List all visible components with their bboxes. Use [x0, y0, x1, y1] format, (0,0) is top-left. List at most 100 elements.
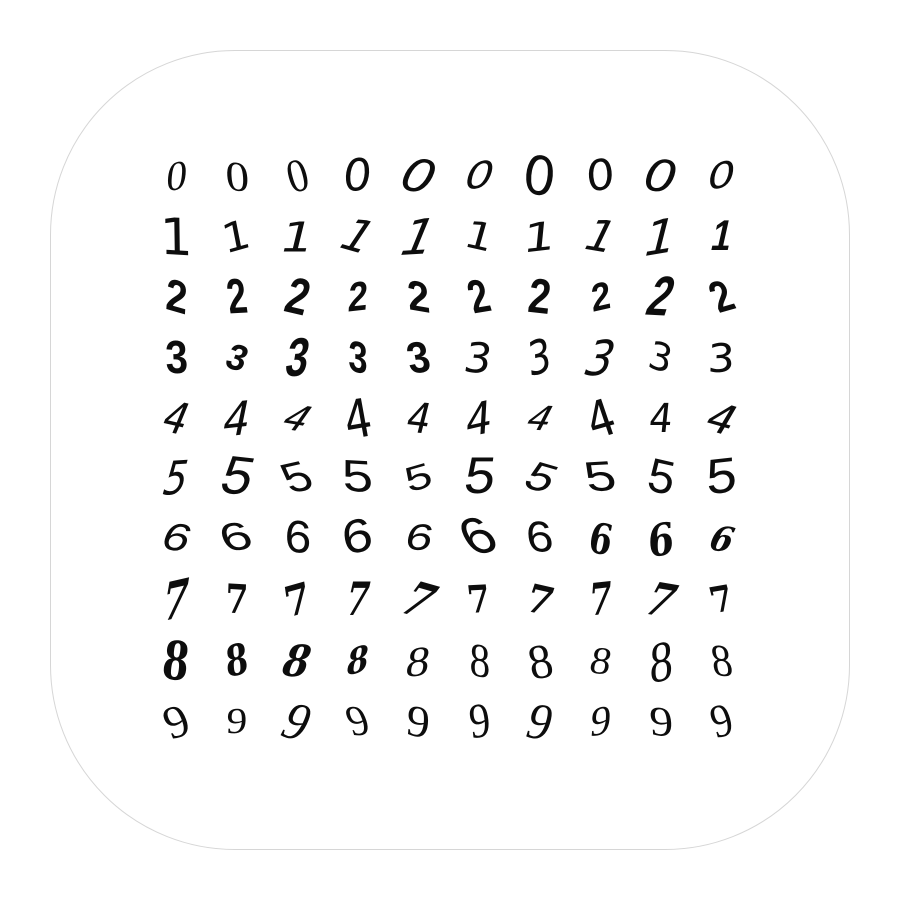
handwritten-digit: 4: [277, 397, 318, 441]
handwritten-digit: 5: [704, 447, 739, 511]
handwritten-digit: 6: [588, 512, 613, 567]
handwritten-digit: 7: [222, 575, 252, 625]
handwritten-digit: 0: [341, 150, 375, 203]
digit-cell: 3: [207, 328, 268, 389]
digit-cell: 7: [691, 570, 752, 631]
handwritten-digit: 8: [649, 626, 673, 697]
handwritten-digit: 9: [404, 694, 433, 750]
handwritten-digit: 7: [344, 572, 372, 627]
digit-cell: 5: [631, 448, 692, 510]
digit-cell: 6: [570, 510, 631, 571]
digit-cell: 7: [570, 570, 631, 631]
digit-cell: 9: [510, 691, 571, 752]
handwritten-digit: 3: [582, 329, 619, 387]
handwritten-digit: 0: [462, 153, 496, 199]
handwritten-digit-grid: 0000000000111111111122222222223333333333…: [146, 142, 752, 753]
digit-cell: 6: [446, 506, 512, 572]
digit-cell: 2: [388, 267, 449, 328]
handwritten-digit: 3: [703, 334, 740, 382]
digit-cell: 1: [388, 207, 449, 268]
digit-cell: 3: [146, 328, 207, 389]
handwritten-digit: 0: [280, 149, 315, 204]
digit-cell: 3: [328, 328, 389, 389]
digit-cell: 9: [267, 691, 328, 753]
handwritten-digit: 0: [580, 150, 621, 203]
digit-cell: 7: [388, 570, 449, 631]
handwritten-digit: 1: [213, 211, 260, 263]
digit-cell: 0: [267, 146, 328, 207]
handwritten-digit: 9: [155, 693, 198, 750]
digit-cell: 3: [691, 328, 752, 389]
handwritten-digit: 3: [522, 329, 558, 388]
handwritten-digit: 9: [588, 696, 613, 747]
digit-cell: 4: [267, 388, 328, 449]
digit-cell: 0: [631, 146, 692, 207]
handwritten-digit: 7: [523, 574, 556, 627]
digit-cell: 0: [691, 146, 752, 207]
handwritten-digit: 5: [211, 445, 263, 512]
digit-cell: 1: [570, 207, 631, 268]
digit-cell: 5: [388, 449, 449, 510]
handwritten-digit: 5: [578, 453, 623, 505]
digit-cell: 7: [267, 570, 328, 631]
handwritten-digit: 3: [163, 331, 189, 384]
handwritten-digit: 5: [270, 452, 325, 507]
digit-cell: 9: [449, 691, 510, 752]
digit-cell: 6: [510, 510, 571, 571]
handwritten-digit: 3: [220, 335, 254, 380]
digit-cell: 5: [146, 449, 207, 510]
handwritten-digit: 2: [525, 268, 555, 326]
digit-cell: 3: [631, 328, 692, 389]
handwritten-digit: 4: [334, 386, 382, 451]
handwritten-digit: 8: [279, 634, 316, 688]
handwritten-digit: 0: [706, 153, 737, 200]
digit-cell: 5: [449, 448, 510, 510]
handwritten-digit: 6: [336, 508, 380, 571]
handwritten-digit: 8: [522, 632, 558, 690]
handwritten-digit: 6: [211, 514, 263, 565]
digit-cell: 7: [510, 570, 571, 631]
handwritten-digit: 1: [281, 212, 314, 262]
handwritten-digit: 6: [153, 515, 200, 565]
digit-cell: 7: [449, 570, 510, 631]
digit-cell: 1: [691, 207, 752, 268]
handwritten-digit: 2: [346, 272, 370, 322]
handwritten-digit: 7: [461, 577, 497, 623]
digit-cell: 3: [570, 328, 631, 389]
digit-cell: 8: [328, 631, 389, 692]
handwritten-digit: 7: [162, 566, 191, 635]
handwritten-digit: 6: [399, 517, 439, 563]
digit-cell: 8: [631, 626, 692, 697]
handwritten-digit: 5: [399, 455, 439, 504]
digit-cell: 6: [267, 510, 328, 571]
handwritten-digit: 7: [277, 573, 318, 628]
digit-cell: 4: [631, 388, 692, 449]
handwritten-digit: 9: [519, 691, 561, 752]
digit-cell: 8: [267, 631, 328, 692]
digit-cell: 9: [388, 691, 449, 752]
handwritten-digit: 9: [704, 694, 739, 749]
digit-cell: 0: [510, 142, 571, 211]
handwritten-digit: 4: [701, 391, 743, 446]
digit-cell: 1: [267, 207, 328, 268]
handwritten-digit: 6: [282, 511, 313, 569]
handwritten-digit: 8: [585, 639, 616, 684]
handwritten-digit: 2: [405, 271, 432, 323]
digit-cell: 9: [570, 691, 631, 752]
digit-cell: 4: [207, 388, 268, 449]
digit-cell: 9: [631, 691, 692, 752]
handwritten-digit: 7: [392, 571, 446, 630]
handwritten-digit: 8: [403, 635, 435, 687]
handwritten-digit: 8: [346, 636, 370, 685]
handwritten-digit: 8: [468, 633, 490, 690]
app-icon-canvas: 0000000000111111111122222222223333333333…: [0, 0, 900, 900]
handwritten-digit: 1: [643, 206, 679, 268]
digit-cell: 3: [267, 327, 328, 389]
handwritten-digit: 1: [153, 205, 199, 268]
handwritten-digit: 0: [163, 151, 189, 202]
handwritten-digit: 7: [587, 572, 614, 628]
digit-cell: 2: [328, 267, 389, 328]
digit-cell: 7: [207, 570, 268, 631]
digit-cell: 8: [570, 631, 631, 692]
digit-cell: 6: [328, 508, 389, 571]
